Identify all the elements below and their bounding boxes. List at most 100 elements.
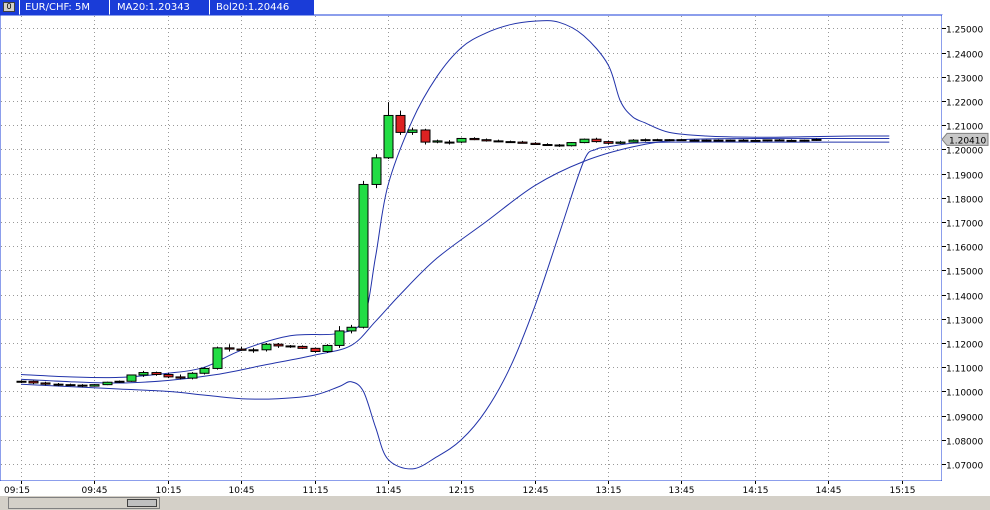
candle [102,381,113,386]
candle [371,154,382,189]
candle-body [615,141,626,144]
candle [310,347,321,353]
candle-body [664,139,675,142]
candle-body [701,139,712,142]
candle-body [236,348,247,351]
candle-body [628,139,639,143]
candle [420,128,431,145]
candle [664,139,675,142]
candle-body [77,384,88,387]
candle-body [566,142,577,147]
candle-body [481,139,492,142]
candle-body [738,139,749,142]
candle [799,139,810,142]
x-tick-label: 09:15 [4,486,30,496]
candle-body [444,141,455,144]
candle-body [297,345,308,349]
y-tick-label: 1.24000 [946,51,983,61]
candle-body [469,137,480,141]
candle-body [799,139,810,142]
x-tick-label: 10:15 [156,486,182,496]
x-tick-label: 11:45 [376,486,402,496]
candle-body [199,367,210,374]
y-tick-label: 1.23000 [946,75,983,85]
candle [322,344,333,353]
candle [199,367,210,375]
candle-body [432,140,443,143]
candle-body [285,345,296,348]
candle [126,374,137,382]
y-tick-label: 1.20000 [946,147,983,157]
y-tick-label: 1.15000 [946,268,983,278]
candle-body [138,372,149,376]
candle-body [371,157,382,185]
candle-body [530,142,541,146]
candle-body [713,139,724,142]
candle-body [126,374,137,382]
candle-body [689,139,700,142]
time-axis-panel [0,481,990,497]
candle-body [16,380,27,383]
candle [358,180,369,329]
candle-body [811,138,822,141]
candle-body [420,129,431,143]
x-tick-label: 14:45 [816,486,842,496]
y-tick-label: 1.11000 [946,365,983,375]
candle-body [542,144,553,147]
candle-body [383,114,394,159]
candle-body [640,139,651,142]
y-tick-label: 1.08000 [946,438,983,448]
y-tick-label: 1.19000 [946,172,983,182]
candle-body [53,383,64,386]
y-tick-label: 1.22000 [946,99,983,109]
candle-body [28,380,39,384]
candle-body [65,384,76,387]
candle-body [248,349,259,352]
y-tick-label: 1.13000 [946,317,983,327]
candle-body [187,372,198,379]
candle-body [786,139,797,142]
x-tick-label: 12:15 [449,486,475,496]
x-tick-label: 12:45 [523,486,549,496]
candle [456,137,467,144]
candle-body [407,129,418,133]
y-tick-label: 1.18000 [946,196,983,206]
candle-body [725,139,736,142]
candle-body [310,347,321,352]
x-tick-label: 09:45 [82,486,108,496]
candle [163,373,174,379]
candle-body [102,381,113,386]
candle-body [322,344,333,352]
candle-body [456,137,467,143]
y-tick-label: 1.16000 [946,244,983,254]
candle [297,345,308,350]
x-tick-label: 13:15 [596,486,622,496]
x-tick-label: 13:45 [669,486,695,496]
candle [762,139,773,142]
candle [212,346,223,370]
candle [566,142,577,147]
x-tick-label: 15:15 [890,486,916,496]
x-tick-label: 11:15 [303,486,329,496]
plot-area [0,14,943,482]
scrollbar-thumb[interactable] [127,499,157,507]
y-tick-label: 1.09000 [946,414,983,424]
candle [579,138,590,144]
candle-body [334,330,345,346]
y-tick-label: 1.21000 [946,123,983,133]
x-tick-label: 10:45 [229,486,255,496]
horizontal-scrollbar[interactable] [8,497,160,509]
candle [701,139,712,142]
candle-body [346,326,357,332]
candle-body [554,144,565,147]
price-chart[interactable]: 1.25000 1.24000 1.23000 1.22000 1.21000 1.200… [0,0,990,497]
candle-body [750,139,761,142]
candle [114,380,125,383]
candle-body [603,141,614,144]
last-price-label: 1.20410 [949,136,986,146]
candle-body [40,382,51,385]
candle [725,139,736,142]
candle [16,380,27,383]
candle-body [505,141,516,144]
candle [89,384,100,387]
